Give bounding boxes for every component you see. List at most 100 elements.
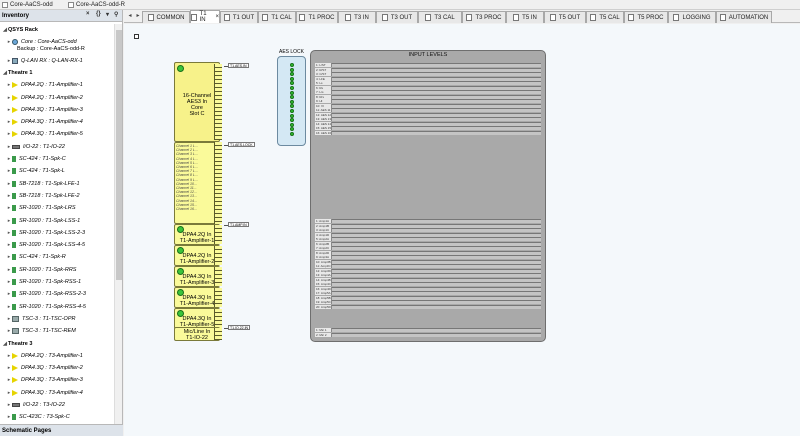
meter-label: 1: Mic 1 — [315, 328, 332, 332]
inventory-scrollbar[interactable] — [114, 24, 122, 424]
tree-item[interactable]: ▸ SR-1020 : T1-Spk-RSS-1 — [0, 276, 81, 288]
schematic-canvas[interactable]: 16-Channel AES3 In Core Slot C T1.AES.IN Chan… — [124, 24, 800, 436]
tree-item[interactable]: ▸ I/O-22 : T1-IO-22 — [0, 141, 65, 153]
output-pins[interactable] — [214, 246, 222, 265]
lock-indicator-led — [290, 118, 294, 123]
output-pins[interactable] — [214, 288, 222, 307]
meter-label: 6: Amp2B — [315, 241, 332, 246]
tab-t3-out[interactable]: T3 OUT — [376, 11, 418, 23]
tree-item[interactable]: ▸ SB-7218 : T1-Spk-LFE-2 — [0, 190, 80, 202]
document-icon — [2, 2, 8, 8]
meter-label: 6: Rs — [315, 85, 332, 90]
signal-name-tag[interactable]: T1.AES.IN — [228, 63, 249, 68]
input-level-meter: 4: LFE — [315, 76, 541, 81]
tree-item[interactable]: ▸ DPA4.3Q : T1-Amplifier-4 — [0, 116, 83, 128]
selection-checkbox[interactable] — [134, 34, 139, 39]
tree-item[interactable]: ▸ SR-1020 : T1-Spk-RSS-2-3 — [0, 288, 86, 300]
tree-item[interactable]: ▸ SC-424 : T1-Spk-L — [0, 165, 65, 177]
tree-item-backup[interactable]: Backup : Core-AaCS-odd-R — [0, 43, 85, 55]
amplifier-icon — [12, 82, 18, 89]
tree-item[interactable]: ▸ I/O-22 : T3-IO-22 — [0, 399, 65, 411]
input-level-meter: 15: Amp4C — [315, 282, 541, 286]
tab-t3-cal[interactable]: T3 CAL — [418, 11, 462, 23]
signal-name-tag[interactable]: T1.AMP.IN — [228, 222, 249, 227]
meter-label: 9: Amp3A — [315, 255, 332, 259]
schematic-pages-header[interactable]: Schematic Pages — [0, 424, 123, 436]
document-tab-core-r[interactable]: Core-AaCS-odd-R — [68, 0, 125, 10]
tree-item-label: I/O-22 : T1-IO-22 — [23, 143, 65, 150]
scrollbar-thumb[interactable] — [116, 30, 122, 280]
tree-item[interactable]: ▸ SB-7218 : T1-Spk-LFE-1 — [0, 178, 80, 190]
tab-t5-out[interactable]: T5 OUT — [544, 11, 586, 23]
tab-scroll-right-icon[interactable]: ▸ — [134, 12, 142, 22]
tree-item[interactable]: ▸ DPA4.3Q : T3-Amplifier-2 — [0, 362, 83, 374]
tab-logging[interactable]: LOGGING — [668, 11, 716, 23]
tab-automation[interactable]: AUTOMATION — [716, 11, 772, 23]
tree-item[interactable]: ◢ Theatre 3 — [0, 338, 32, 350]
lock-indicator-led — [290, 122, 294, 127]
tab-scroll-left-icon[interactable]: ◂ — [126, 12, 134, 22]
speaker-icon — [12, 156, 16, 162]
page-icon — [381, 14, 388, 21]
tree-item[interactable]: ▸ SR-1020 : T1-Spk-RRS — [0, 264, 76, 276]
speaker-icon — [12, 168, 16, 175]
tree-item[interactable]: ▸ TSC-3 : T1-TSC-REM — [0, 325, 76, 337]
tree-item[interactable]: ▸ SR-1020 : T1-Spk-LSS-2-3 — [0, 227, 85, 239]
tab-common[interactable]: COMMON — [142, 11, 190, 23]
tab-t5-in[interactable]: T5 IN — [506, 11, 544, 23]
tab-t1-in[interactable]: T1 IN × — [190, 10, 220, 23]
output-pins[interactable] — [214, 142, 222, 224]
meter-label: 17: Amp5A — [315, 291, 332, 295]
tab-t1-out[interactable]: T1 OUT — [220, 11, 258, 23]
meter-label: 3: C/ST — [315, 72, 332, 76]
tree-item[interactable]: ◢ Theatre 1 — [0, 67, 32, 79]
tab-label: T3 OUT — [390, 14, 413, 21]
dropdown-icon[interactable]: ▾ — [106, 11, 109, 18]
meter-label: 18: Amp5B — [315, 295, 332, 300]
lock-indicator-led — [290, 76, 294, 81]
pin-icon[interactable]: ⚲ — [114, 11, 118, 18]
tab-t3-proc[interactable]: T3 PROC — [462, 11, 506, 23]
close-icon[interactable]: × — [215, 14, 219, 20]
tree-item[interactable]: ▸ TSC-3 : T1-TSC-OPR — [0, 313, 75, 325]
output-pins[interactable] — [214, 267, 222, 286]
page-icon — [719, 14, 726, 21]
tree-item[interactable]: ▸ DPA4.3Q : T3-Amplifier-3 — [0, 374, 83, 386]
output-pins[interactable] — [214, 64, 222, 140]
tree-item[interactable]: ▸ DPA4.2Q : T1-Amplifier-2 — [0, 92, 83, 104]
output-pins[interactable] — [214, 328, 222, 340]
tree-item[interactable]: ▸ DPA4.3Q : T3-Amplifier-4 — [0, 387, 83, 399]
lock-indicator-led — [290, 113, 294, 118]
tab-t1-cal[interactable]: T1 CAL — [258, 11, 296, 23]
tree-item[interactable]: ◢ QSYS Rack — [0, 24, 38, 36]
tree-item[interactable]: ▸ Q-LAN RX : Q-LAN-RX-1 — [0, 55, 83, 67]
tree-item[interactable]: ▸ SR-1020 : T1-Spk-LSS-1 — [0, 215, 80, 227]
tree-item[interactable]: ▸ DPA4.2Q : T3-Amplifier-1 — [0, 350, 83, 362]
tab-t5-proc[interactable]: T5 PROC — [624, 11, 668, 23]
tab-t3-in[interactable]: T3 IN — [338, 11, 376, 23]
document-tab-core[interactable]: Core-AaCS-odd — [2, 0, 53, 10]
signal-name-tag[interactable]: T1.AES.LOCK — [228, 142, 255, 147]
page-icon — [549, 14, 556, 21]
signal-name-tag[interactable]: T1.IO.22.IN — [228, 325, 251, 330]
tab-t1-proc[interactable]: T1 PROC — [296, 11, 338, 23]
tree-item[interactable]: ▸ SC-424 : T1-Spk-R — [0, 251, 66, 263]
meter-label: 7: Amp2C — [315, 246, 332, 250]
input-level-meter: 11: AES 11 — [315, 108, 541, 112]
close-icon[interactable]: × — [86, 11, 90, 17]
tree-item[interactable]: ▸ DPA4.3Q : T1-Amplifier-5 — [0, 128, 83, 140]
tree-item-label: SC-423C : T3-Spk-C — [19, 414, 70, 421]
tree-item[interactable]: ▸ SR-1020 : T1-Spk-LSS-4-5 — [0, 239, 85, 251]
tab-t5-cal[interactable]: T5 CAL — [586, 11, 624, 23]
tree-item[interactable]: ▸ SC-423C : T3-Spk-C — [0, 411, 70, 423]
output-pins[interactable] — [214, 309, 222, 328]
tree-item[interactable]: ▸ SR-1020 : T1-Spk-LRS — [0, 202, 76, 214]
output-pins[interactable] — [214, 225, 222, 244]
braces-icon[interactable]: {} — [96, 11, 101, 17]
tree-item[interactable]: ▸ DPA4.3Q : T1-Amplifier-3 — [0, 104, 83, 116]
tree-item[interactable]: ▸ SR-1020 : T1-Spk-RSS-4-5 — [0, 301, 86, 313]
tree-item[interactable]: ▸ SC-424 : T1-Spk-C — [0, 153, 66, 165]
io-device-icon — [12, 144, 20, 149]
channel-list: Channel 1 L... Channel 2 L... Channel 3 L.… — [176, 144, 218, 211]
tree-item[interactable]: ▸ DPA4.2Q : T1-Amplifier-1 — [0, 79, 83, 91]
